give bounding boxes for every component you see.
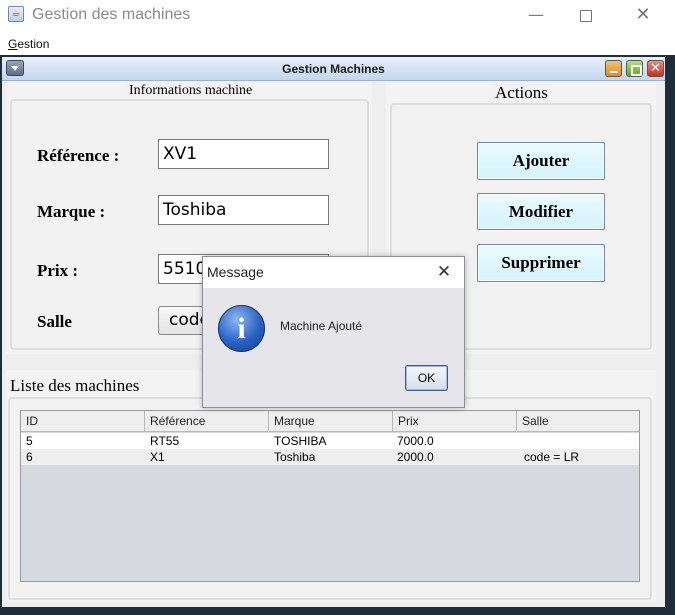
column-header-reference[interactable]: Référence xyxy=(145,411,269,432)
menu-bar: Gestion xyxy=(0,34,675,54)
maximize-button[interactable] xyxy=(563,0,609,30)
menu-gestion[interactable]: Gestion xyxy=(8,37,49,51)
cell-marque: Toshiba xyxy=(274,450,316,464)
dialog-close-button[interactable]: ✕ xyxy=(432,260,456,284)
salle-label: Salle xyxy=(37,312,72,331)
java-app-icon: ☕ xyxy=(8,6,24,22)
frame-close-button[interactable]: ✕ xyxy=(647,60,664,77)
column-header-marque[interactable]: Marque xyxy=(269,411,393,432)
column-header-id[interactable]: ID xyxy=(21,411,145,432)
column-header-prix[interactable]: Prix xyxy=(393,411,517,432)
minimize-button[interactable]: — xyxy=(513,0,559,30)
menu-gestion-mnemonic: G xyxy=(8,37,18,51)
modifier-button[interactable]: Modifier xyxy=(477,193,605,230)
marque-label: Marque : xyxy=(37,202,106,221)
frame-maximize-button[interactable] xyxy=(626,60,643,77)
frame-minimize-button[interactable] xyxy=(605,60,622,77)
maximize-icon xyxy=(580,9,592,22)
internal-frame-titlebar[interactable]: Gestion Machines ✕ xyxy=(2,57,665,81)
ajouter-button[interactable]: Ajouter xyxy=(477,142,605,180)
list-panel-title: Liste des machines xyxy=(10,376,140,395)
cell-salle: code = LR xyxy=(524,450,580,464)
cell-id: 6 xyxy=(26,450,33,464)
prix-label: Prix : xyxy=(37,261,79,280)
cell-prix: 7000.0 xyxy=(397,434,434,448)
cell-reference: RT55 xyxy=(150,434,180,448)
info-panel-title: Informations machine xyxy=(126,83,256,99)
cell-marque: TOSHIBA xyxy=(274,434,327,448)
table-row[interactable]: 5 RT55 TOSHIBA 7000.0 xyxy=(21,433,639,449)
message-dialog: Message ✕ i Machine Ajouté OK xyxy=(202,256,465,408)
table-row[interactable]: 6 X1 Toshiba 2000.0 code = LR xyxy=(21,449,639,465)
close-button[interactable]: ✕ xyxy=(620,0,666,30)
machines-table-header: ID Référence Marque Prix Salle xyxy=(21,411,639,432)
column-header-salle[interactable]: Salle xyxy=(517,411,639,432)
menu-gestion-label: estion xyxy=(17,37,50,51)
cell-prix: 2000.0 xyxy=(397,450,434,464)
window-title: Gestion des machines xyxy=(32,6,191,23)
actions-panel-title: Actions xyxy=(492,83,551,103)
internal-frame-title: Gestion Machines xyxy=(282,62,385,76)
cell-reference: X1 xyxy=(150,450,165,464)
dialog-message: Machine Ajouté xyxy=(280,319,363,333)
reference-field[interactable]: XV1 xyxy=(158,139,329,169)
supprimer-button[interactable]: Supprimer xyxy=(477,244,605,282)
ok-button[interactable]: OK xyxy=(405,365,448,391)
window-titlebar: ☕ Gestion des machines — ✕ xyxy=(0,0,675,32)
dialog-title: Message xyxy=(207,264,264,280)
reference-label: Référence : xyxy=(37,146,120,165)
information-icon: i xyxy=(218,305,265,352)
cell-id: 5 xyxy=(26,434,33,448)
frame-bottom-edge xyxy=(2,604,665,607)
frame-menu-icon[interactable] xyxy=(6,60,24,76)
marque-field[interactable]: Toshiba xyxy=(158,195,329,225)
dialog-titlebar[interactable]: Message ✕ xyxy=(203,257,464,288)
